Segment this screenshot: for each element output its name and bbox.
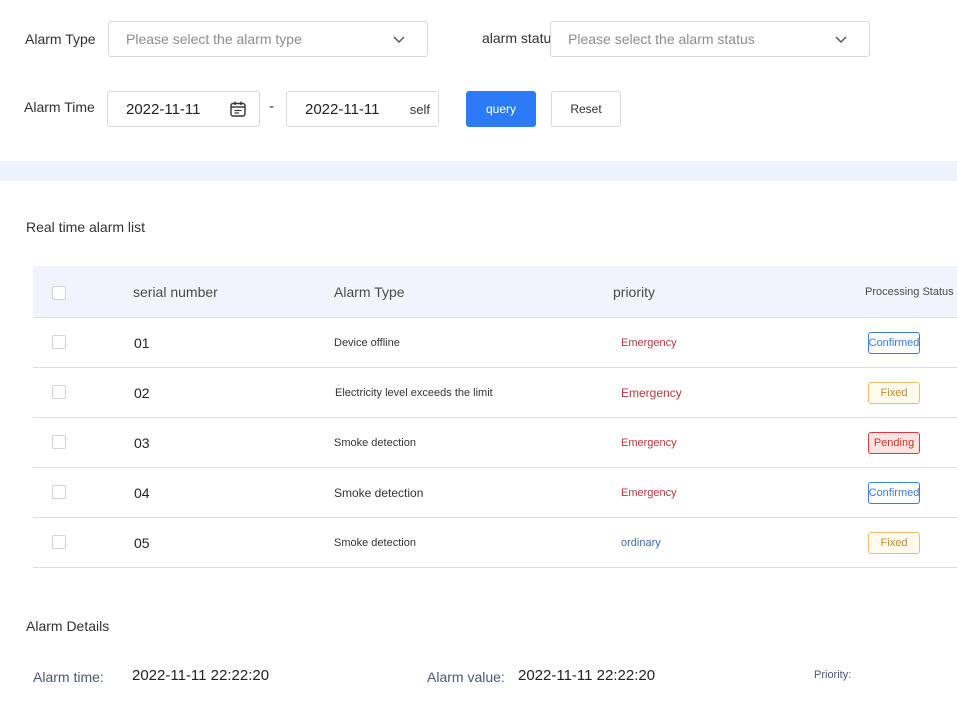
alarm-type-select[interactable]: Please select the alarm type	[108, 21, 428, 57]
table-row[interactable]: 05 Smoke detection ordinary Fixed	[33, 517, 957, 568]
serial-number-cell: 02	[127, 367, 330, 418]
status-badge: Fixed	[868, 531, 920, 554]
alarm-type-cell: Smoke detection	[330, 517, 610, 568]
alarm-value-detail-value: 2022-11-11 22:22:20	[518, 667, 656, 684]
alarm-list-title: Real time alarm list	[26, 219, 146, 235]
alarm-status-placeholder: Please select the alarm status	[568, 31, 755, 47]
column-header-alarm-type: Alarm Type	[330, 266, 610, 318]
serial-number-cell: 03	[127, 417, 330, 468]
row-checkbox[interactable]	[52, 385, 66, 400]
column-header-priority: priority	[610, 266, 860, 318]
alarm-type-cell: Electricity level exceeds the limit	[330, 367, 610, 418]
alarm-time-label: Alarm Time	[24, 99, 95, 115]
serial-number-cell: 04	[127, 467, 330, 518]
status-badge: Confirmed	[868, 481, 920, 504]
column-header-processing-status: Processing Status	[860, 266, 957, 318]
calendar-icon[interactable]	[229, 100, 247, 118]
alarm-type-placeholder: Please select the alarm type	[126, 31, 302, 47]
alarm-type-cell: Device offline	[330, 317, 610, 368]
alarm-table: serial number Alarm Type priority Proces…	[33, 266, 957, 568]
alarm-value-detail-label: Alarm value:	[427, 669, 505, 685]
table-header-row: serial number Alarm Type priority Proces…	[33, 266, 957, 318]
alarm-time-detail-label: Alarm time:	[33, 669, 104, 685]
priority-detail-label: Priority:	[814, 669, 852, 681]
end-date-suffix: self	[409, 101, 430, 117]
alarm-type-cell: Smoke detection	[330, 417, 610, 468]
end-date-value: 2022-11-11	[305, 100, 380, 118]
status-badge: Fixed	[868, 381, 920, 404]
priority-cell: Emergency	[610, 417, 860, 468]
alarm-time-detail-value: 2022-11-11 22:22:20	[132, 667, 270, 684]
table-row[interactable]: 01 Device offline Emergency Confirmed	[33, 317, 957, 368]
alarm-details-title: Alarm Details	[26, 618, 110, 634]
alarm-status-label: alarm status	[482, 30, 559, 46]
reset-button[interactable]: Reset	[551, 91, 621, 127]
section-divider-band	[0, 161, 957, 181]
column-header-serial: serial number	[127, 266, 330, 318]
table-row[interactable]: 03 Smoke detection Emergency Pending	[33, 417, 957, 468]
chevron-down-icon	[393, 36, 405, 43]
alarm-type-label: Alarm Type	[25, 31, 96, 47]
table-row[interactable]: 04 Smoke detection Emergency Confirmed	[33, 467, 957, 518]
priority-cell: Emergency	[610, 467, 860, 518]
row-checkbox[interactable]	[52, 485, 66, 500]
status-badge: Pending	[868, 431, 920, 454]
priority-cell: ordinary	[610, 517, 860, 568]
priority-cell: Emergency	[610, 317, 860, 368]
end-date-input[interactable]: 2022-11-11 self	[286, 91, 439, 127]
query-button[interactable]: query	[466, 91, 536, 127]
row-checkbox[interactable]	[52, 535, 66, 550]
chevron-down-icon	[835, 36, 847, 43]
row-checkbox[interactable]	[52, 335, 66, 350]
table-row[interactable]: 02 Electricity level exceeds the limit E…	[33, 367, 957, 418]
start-date-value: 2022-11-11	[126, 100, 201, 118]
serial-number-cell: 01	[127, 317, 330, 368]
status-badge: Confirmed	[868, 331, 920, 354]
alarm-status-select[interactable]: Please select the alarm status	[550, 21, 870, 57]
serial-number-cell: 05	[127, 517, 330, 568]
row-checkbox[interactable]	[52, 435, 66, 450]
select-all-checkbox[interactable]	[52, 285, 66, 300]
priority-cell: Emergency	[610, 367, 860, 418]
alarm-type-cell: Smoke detection	[330, 467, 610, 518]
date-separator: -	[269, 98, 274, 115]
select-all-cell	[33, 266, 127, 318]
start-date-input[interactable]: 2022-11-11	[107, 91, 260, 127]
